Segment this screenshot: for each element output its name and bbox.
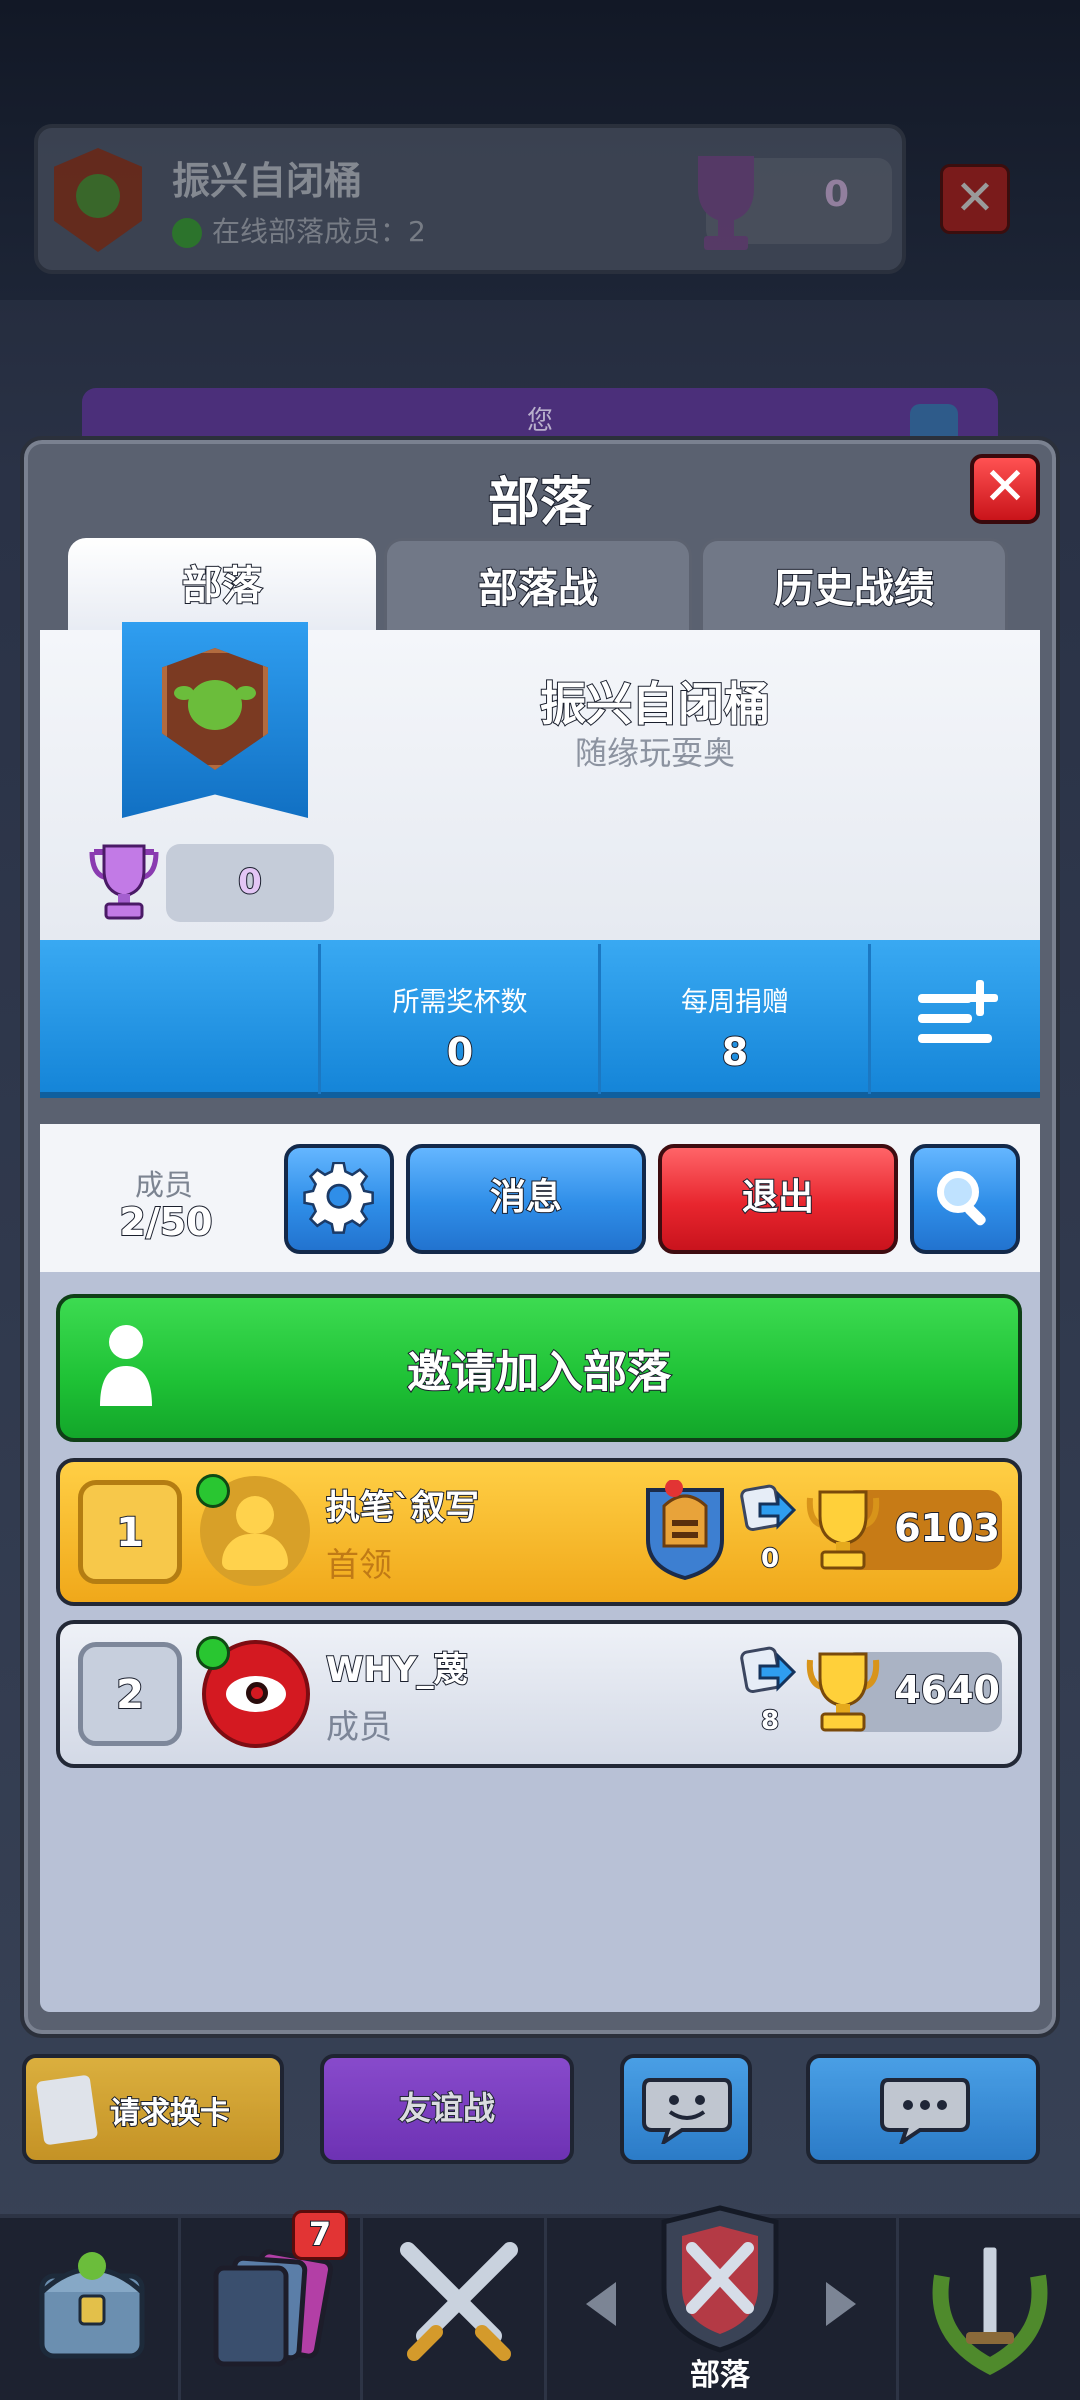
background-clan-name: 振兴自闭桶 (172, 159, 363, 203)
background-online-count: 在线部落成员：2 (172, 210, 426, 250)
clan-description: 随缘玩耍奥 (574, 734, 735, 772)
member-donations: 0 (760, 1543, 780, 1575)
chat-button[interactable] (806, 2054, 1040, 2164)
nav-events-laurel-icon[interactable] (922, 2236, 1058, 2376)
search-icon (937, 1171, 986, 1226)
background-clan-badge-icon (54, 148, 142, 252)
members-label: 成员 (134, 1168, 193, 1202)
clan-stats-bar (40, 940, 1040, 1098)
nav-next-icon[interactable] (826, 2282, 856, 2326)
required-trophies-label: 所需奖杯数 (392, 987, 528, 1018)
nav-previous-icon[interactable] (586, 2282, 616, 2326)
background-clan-card: 振兴自闭桶 在线部落成员：2 0 (34, 124, 906, 274)
online-status-icon (196, 1474, 230, 1508)
close-button[interactable]: ✕ (970, 454, 1040, 524)
nav-clan-shield-icon[interactable] (652, 2204, 788, 2354)
background-online-label: 在线部落成员：2 (212, 215, 426, 248)
online-indicator-icon (172, 218, 202, 248)
nav-battle-swords-icon[interactable] (394, 2236, 524, 2376)
nav-divider (178, 2218, 181, 2400)
tab-clan[interactable]: 部落 (68, 538, 376, 634)
clan-name: 振兴自闭桶 (539, 676, 771, 732)
modal-title: 部落 (487, 472, 593, 534)
message-button[interactable]: 消息 (406, 1144, 646, 1254)
chat-icon (880, 2078, 970, 2147)
member-rank: 2 (78, 1642, 182, 1746)
clan-info-list-icon[interactable] (914, 972, 1004, 1052)
required-trophies-value: 0 (446, 1029, 474, 1075)
member-role: 成员 (326, 1707, 392, 1746)
stat-divider (598, 944, 601, 1094)
member-rank: 1 (78, 1480, 182, 1584)
tab-clan-war[interactable]: 部落战 (384, 538, 692, 634)
nav-divider (896, 2218, 899, 2400)
invite-to-clan-label: 邀请加入部落 (406, 1346, 672, 1399)
donation-icon (740, 1484, 796, 1532)
nav-divider (360, 2218, 363, 2400)
member-name: WHY_蔑 (325, 1649, 469, 1691)
member-trophies: 6103 (893, 1505, 1001, 1551)
members-count: 2/50 (118, 1199, 213, 1245)
gear-icon (303, 1161, 374, 1234)
purple-trophy-icon (89, 844, 159, 920)
exit-button[interactable]: 退出 (658, 1144, 898, 1254)
arena-helmet-icon (646, 1480, 724, 1580)
search-button[interactable] (910, 1144, 1020, 1254)
background-close-icon: ✕ (940, 164, 1010, 234)
cards-notification-badge: 7 (292, 2210, 348, 2260)
member-donations: 8 (760, 1705, 780, 1737)
goblin-icon (188, 680, 242, 730)
close-icon: ✕ (983, 457, 1027, 517)
request-card-label: 请求换卡 (109, 2095, 231, 2132)
emote-button[interactable] (620, 2054, 752, 2164)
friendly-battle-button[interactable]: 友谊战 (320, 2054, 574, 2164)
member-name: 执笔`叙写 (325, 1487, 480, 1529)
background-trophy-value: 0 (824, 174, 850, 215)
nav-divider (544, 2218, 547, 2400)
online-status-icon (196, 1636, 230, 1670)
tab-war-history[interactable]: 历史战绩 (700, 538, 1008, 634)
emote-icon (642, 2078, 732, 2147)
weekly-donations-value: 8 (721, 1029, 749, 1075)
bottom-navigation (0, 2214, 1080, 2400)
background-trophy-icon (698, 156, 754, 250)
member-role: 首领 (326, 1545, 392, 1584)
clan-trophy-value: 0 (237, 861, 263, 903)
weekly-donations-label: 每周捐赠 (681, 987, 789, 1018)
member-trophies: 4640 (893, 1667, 1001, 1713)
donation-icon (740, 1646, 796, 1694)
nav-active-label: 部落 (689, 2357, 751, 2394)
card-icon (35, 2074, 99, 2146)
stat-divider (318, 944, 321, 1094)
settings-button[interactable] (284, 1144, 394, 1254)
stat-divider (868, 944, 871, 1094)
nav-shop-chest-icon[interactable] (32, 2236, 152, 2376)
